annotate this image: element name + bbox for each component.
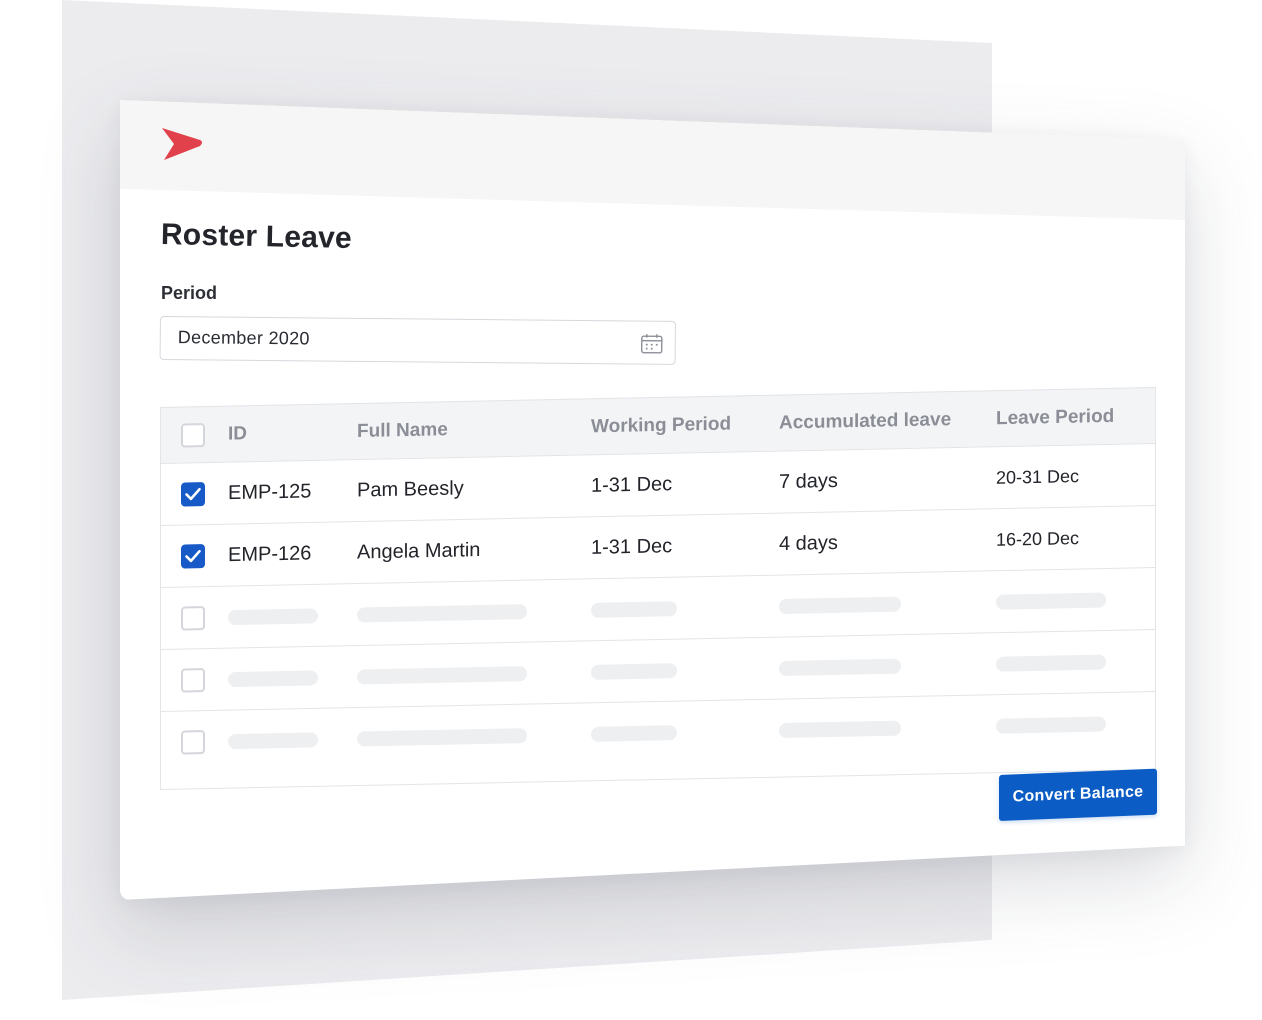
row-checkbox-checked[interactable] <box>181 481 205 507</box>
employee-full-name: Pam Beesly <box>357 476 464 502</box>
row-checkbox[interactable] <box>181 605 205 631</box>
checkmark-icon <box>185 487 201 500</box>
working-period: 1-31 Dec <box>591 534 673 559</box>
working-period: 1-31 Dec <box>591 472 673 497</box>
row-checkbox[interactable] <box>181 667 205 693</box>
roster-leave-window: Roster Leave Period December 2020 ID Ful… <box>120 100 1185 900</box>
skeleton-bar <box>996 592 1106 610</box>
skeleton-bar <box>779 720 901 738</box>
accumulated-leave: 7 days <box>779 469 838 493</box>
row-checkbox[interactable] <box>181 729 205 755</box>
column-header-leave-period[interactable]: Leave Period <box>996 405 1114 429</box>
roster-leave-card: Roster Leave Period December 2020 ID Ful… <box>120 100 1185 900</box>
skeleton-bar <box>591 724 677 742</box>
column-header-id[interactable]: ID <box>228 423 247 445</box>
skeleton-bar <box>228 607 318 625</box>
column-header-full-name[interactable]: Full Name <box>357 419 448 443</box>
employee-table: ID Full Name Working Period Accumulated … <box>160 387 1156 790</box>
accumulated-leave: 4 days <box>779 531 838 555</box>
skeleton-bar <box>779 658 901 676</box>
period-date-picker[interactable]: December 2020 <box>159 316 676 365</box>
leave-period: 20-31 Dec <box>996 465 1080 488</box>
skeleton-bar <box>228 731 318 749</box>
skeleton-bar <box>357 727 527 747</box>
employee-full-name: Angela Martin <box>357 538 481 564</box>
app-header <box>120 100 1185 220</box>
skeleton-bar <box>591 662 677 680</box>
calendar-icon[interactable] <box>640 334 663 354</box>
period-value: December 2020 <box>177 327 310 349</box>
employee-id: EMP-125 <box>228 479 312 504</box>
brand-chevron-logo <box>162 128 202 160</box>
column-header-accumulated-leave[interactable]: Accumulated leave <box>779 409 951 434</box>
employee-id: EMP-126 <box>228 541 312 566</box>
app-showcase: Roster Leave Period December 2020 ID Ful… <box>0 0 1262 1020</box>
row-checkbox-checked[interactable] <box>181 543 205 569</box>
skeleton-bar <box>779 596 901 614</box>
select-all-checkbox[interactable] <box>181 422 205 448</box>
period-label: Period <box>161 283 218 303</box>
skeleton-bar <box>996 716 1106 734</box>
page-title: Roster Leave <box>160 218 353 255</box>
skeleton-bar <box>228 669 318 687</box>
convert-balance-button[interactable]: Convert Balance <box>999 768 1157 821</box>
skeleton-bar <box>996 654 1106 672</box>
checkmark-icon <box>185 549 201 562</box>
skeleton-bar <box>357 665 527 685</box>
leave-period: 16-20 Dec <box>996 527 1080 550</box>
column-header-working-period[interactable]: Working Period <box>591 413 731 438</box>
skeleton-bar <box>357 603 527 623</box>
skeleton-bar <box>591 600 677 618</box>
